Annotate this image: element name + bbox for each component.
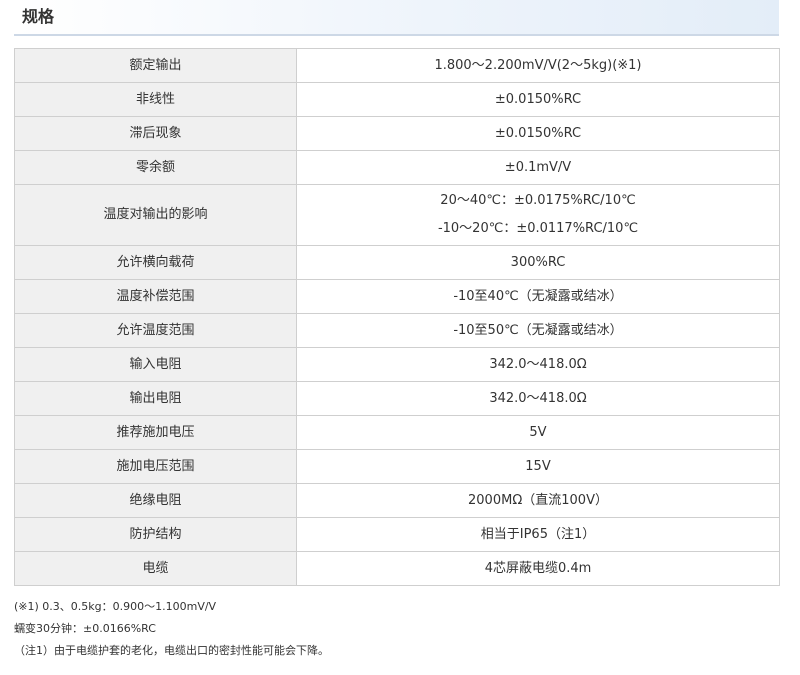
- spec-value: 5V: [296, 415, 780, 450]
- footnote: (※1) 0.3、0.5kg：0.900～1.100mV/V: [14, 600, 217, 613]
- section-header: 规格: [14, 0, 779, 36]
- table-row: 允许温度范围 -10至50℃（无凝露或结冰）: [14, 313, 780, 348]
- spec-label: 非线性: [14, 82, 297, 117]
- spec-label: 输出电阻: [14, 381, 297, 416]
- spec-value: 342.0～418.0Ω: [296, 347, 780, 382]
- spec-label: 防护结构: [14, 517, 297, 552]
- spec-label: 额定输出: [14, 48, 297, 83]
- spec-value-line: -10～20℃：±0.0117%RC/10℃: [437, 221, 639, 236]
- spec-value: 342.0～418.0Ω: [296, 381, 780, 416]
- spec-label: 温度补偿范围: [14, 279, 297, 314]
- table-row: 额定输出 1.800～2.200mV/V(2～5kg)(※1): [14, 48, 780, 83]
- spec-label: 施加电压范围: [14, 449, 297, 484]
- table-row: 非线性 ±0.0150%RC: [14, 82, 780, 117]
- spec-value: 4芯屏蔽电缆0.4m: [296, 551, 780, 586]
- spec-value-multiline: 20～40℃：±0.0175%RC/10℃ -10～20℃：±0.0117%RC…: [296, 184, 780, 246]
- spec-value: ±0.0150%RC: [296, 116, 780, 151]
- table-row: 推荐施加电压 5V: [14, 415, 780, 450]
- spec-value: 1.800～2.200mV/V(2～5kg)(※1): [296, 48, 780, 83]
- table-row: 滞后现象 ±0.0150%RC: [14, 116, 780, 151]
- spec-value: 15V: [296, 449, 780, 484]
- table-row: 温度补偿范围 -10至40℃（无凝露或结冰）: [14, 279, 780, 314]
- spec-label: 允许横向载荷: [14, 245, 297, 280]
- spec-value-line: 20～40℃：±0.0175%RC/10℃: [440, 193, 636, 208]
- footnotes: (※1) 0.3、0.5kg：0.900～1.100mV/V 蠕变30分钟：±0…: [14, 596, 329, 662]
- spec-label: 温度对输出的影响: [14, 184, 297, 246]
- spec-label: 允许温度范围: [14, 313, 297, 348]
- table-row: 防护结构 相当于IP65（注1）: [14, 517, 780, 552]
- spec-label: 滞后现象: [14, 116, 297, 151]
- spec-label: 推荐施加电压: [14, 415, 297, 450]
- spec-label: 电缆: [14, 551, 297, 586]
- table-row: 电缆 4芯屏蔽电缆0.4m: [14, 551, 780, 586]
- spec-value: ±0.1mV/V: [296, 150, 780, 185]
- table-row: 输入电阻 342.0～418.0Ω: [14, 347, 780, 382]
- table-row: 温度对输出的影响 20～40℃：±0.0175%RC/10℃ -10～20℃：±…: [14, 184, 780, 246]
- table-row: 施加电压范围 15V: [14, 449, 780, 484]
- table-row: 允许横向载荷 300%RC: [14, 245, 780, 280]
- spec-label: 零余额: [14, 150, 297, 185]
- table-row: 绝缘电阻 2000MΩ（直流100V）: [14, 483, 780, 518]
- footnote: （注1）由于电缆护套的老化，电缆出口的密封性能可能会下降。: [14, 644, 329, 657]
- spec-value: 2000MΩ（直流100V）: [296, 483, 780, 518]
- footnote: 蠕变30分钟：±0.0166%RC: [14, 622, 156, 635]
- spec-value: 300%RC: [296, 245, 780, 280]
- spec-label: 绝缘电阻: [14, 483, 297, 518]
- table-row: 零余额 ±0.1mV/V: [14, 150, 780, 185]
- spec-value: ±0.0150%RC: [296, 82, 780, 117]
- spec-label: 输入电阻: [14, 347, 297, 382]
- spec-value: -10至40℃（无凝露或结冰）: [296, 279, 780, 314]
- section-title: 规格: [22, 7, 55, 26]
- table-row: 输出电阻 342.0～418.0Ω: [14, 381, 780, 416]
- spec-value: 相当于IP65（注1）: [296, 517, 780, 552]
- spec-value: -10至50℃（无凝露或结冰）: [296, 313, 780, 348]
- spec-table: 额定输出 1.800～2.200mV/V(2～5kg)(※1) 非线性 ±0.0…: [14, 48, 780, 586]
